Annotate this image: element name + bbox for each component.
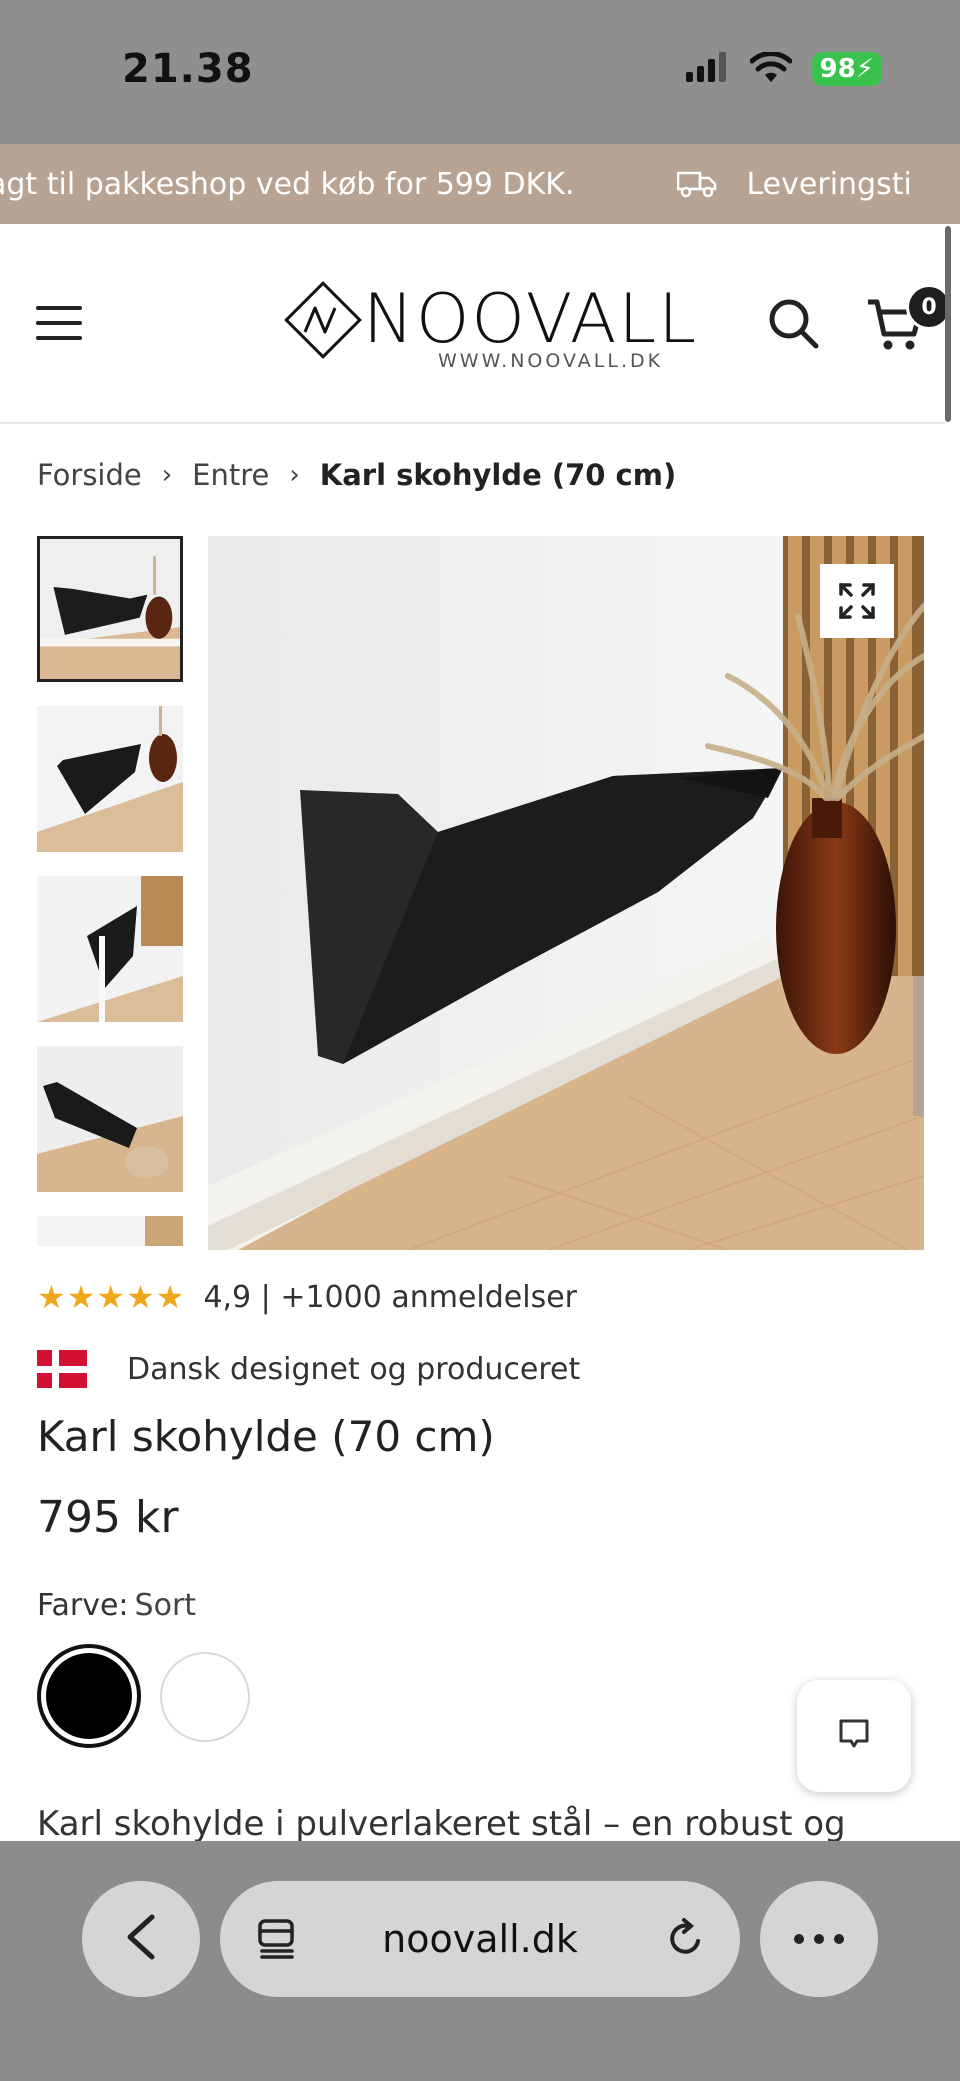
logo-text: NOOVALL <box>363 280 699 359</box>
color-swatch-black[interactable] <box>37 1644 141 1748</box>
thumbnail-3[interactable] <box>37 876 183 1022</box>
browser-toolbar: noovall.dk <box>0 1841 960 2081</box>
status-bar: 21.38 98⚡ <box>0 0 960 144</box>
truck-icon <box>676 170 717 198</box>
color-label-text: Farve: <box>37 1588 129 1623</box>
breadcrumb-current: Karl skohylde (70 cm) <box>319 458 677 492</box>
rating-text: 4,9 | +1000 anmeldelser <box>203 1279 578 1315</box>
reload-icon[interactable] <box>664 1917 708 1965</box>
breadcrumb-separator: › <box>161 460 173 490</box>
scrollbar[interactable] <box>945 226 951 422</box>
status-icons: 98⚡ <box>685 51 882 86</box>
url-text: noovall.dk <box>382 1917 578 1961</box>
product-description: Karl skohylde i pulverlakeret stål – en … <box>37 1804 846 1842</box>
thumbnail-5[interactable] <box>37 1216 183 1246</box>
announcement-text: agt til pakkeshop ved køb for 599 DKK. <box>0 166 575 202</box>
main-product-image[interactable] <box>208 536 924 1250</box>
gallery-thumbnails <box>37 536 183 1246</box>
chat-button[interactable] <box>797 1680 911 1792</box>
breadcrumb-home[interactable]: Forside <box>37 458 142 492</box>
menu-icon[interactable] <box>36 306 82 340</box>
search-icon[interactable] <box>766 296 820 354</box>
announcement-bar: agt til pakkeshop ved køb for 599 DKK. L… <box>0 144 960 224</box>
breadcrumb: Forside › Entre › Karl skohylde (70 cm) <box>37 458 676 492</box>
badge-text: Dansk designet og produceret <box>127 1351 581 1387</box>
product-title: Karl skohylde (70 cm) <box>37 1412 495 1461</box>
site-header: NOOVALL WWW.NOOVALL.DK 0 <box>0 224 952 424</box>
color-label: Farve: Sort <box>37 1588 196 1623</box>
back-icon <box>124 1914 158 1964</box>
thumbnail-2[interactable] <box>37 706 183 852</box>
chat-icon <box>837 1717 871 1755</box>
more-icon <box>793 1930 845 1949</box>
product-price: 795 kr <box>37 1492 179 1543</box>
address-bar[interactable]: noovall.dk <box>220 1881 740 1997</box>
back-button[interactable] <box>82 1881 200 1997</box>
announcement-text-2: Leveringsti <box>746 166 912 202</box>
danish-design-badge: Dansk designet og produceret <box>37 1350 580 1388</box>
status-time: 21.38 <box>122 46 254 92</box>
selected-color: Sort <box>134 1588 197 1623</box>
danish-flag-icon <box>37 1350 87 1388</box>
color-swatch-white[interactable] <box>160 1652 250 1742</box>
signal-icon <box>685 52 730 86</box>
breadcrumb-separator: › <box>289 460 300 490</box>
product-rating[interactable]: ★★★★★ 4,9 | +1000 anmeldelser <box>37 1278 577 1316</box>
expand-icon[interactable] <box>820 564 894 638</box>
more-button[interactable] <box>760 1881 878 1997</box>
logo-url: WWW.NOOVALL.DK <box>438 350 664 372</box>
breadcrumb-category[interactable]: Entre <box>192 458 269 492</box>
thumbnail-4[interactable] <box>37 1046 183 1192</box>
logo[interactable]: NOOVALL WWW.NOOVALL.DK <box>283 280 696 372</box>
thumbnail-1[interactable] <box>37 536 183 682</box>
rating-stars: ★★★★★ <box>37 1278 186 1316</box>
battery-level: 98 <box>819 54 856 84</box>
wifi-icon <box>749 51 793 86</box>
battery-indicator: 98⚡ <box>811 52 882 86</box>
